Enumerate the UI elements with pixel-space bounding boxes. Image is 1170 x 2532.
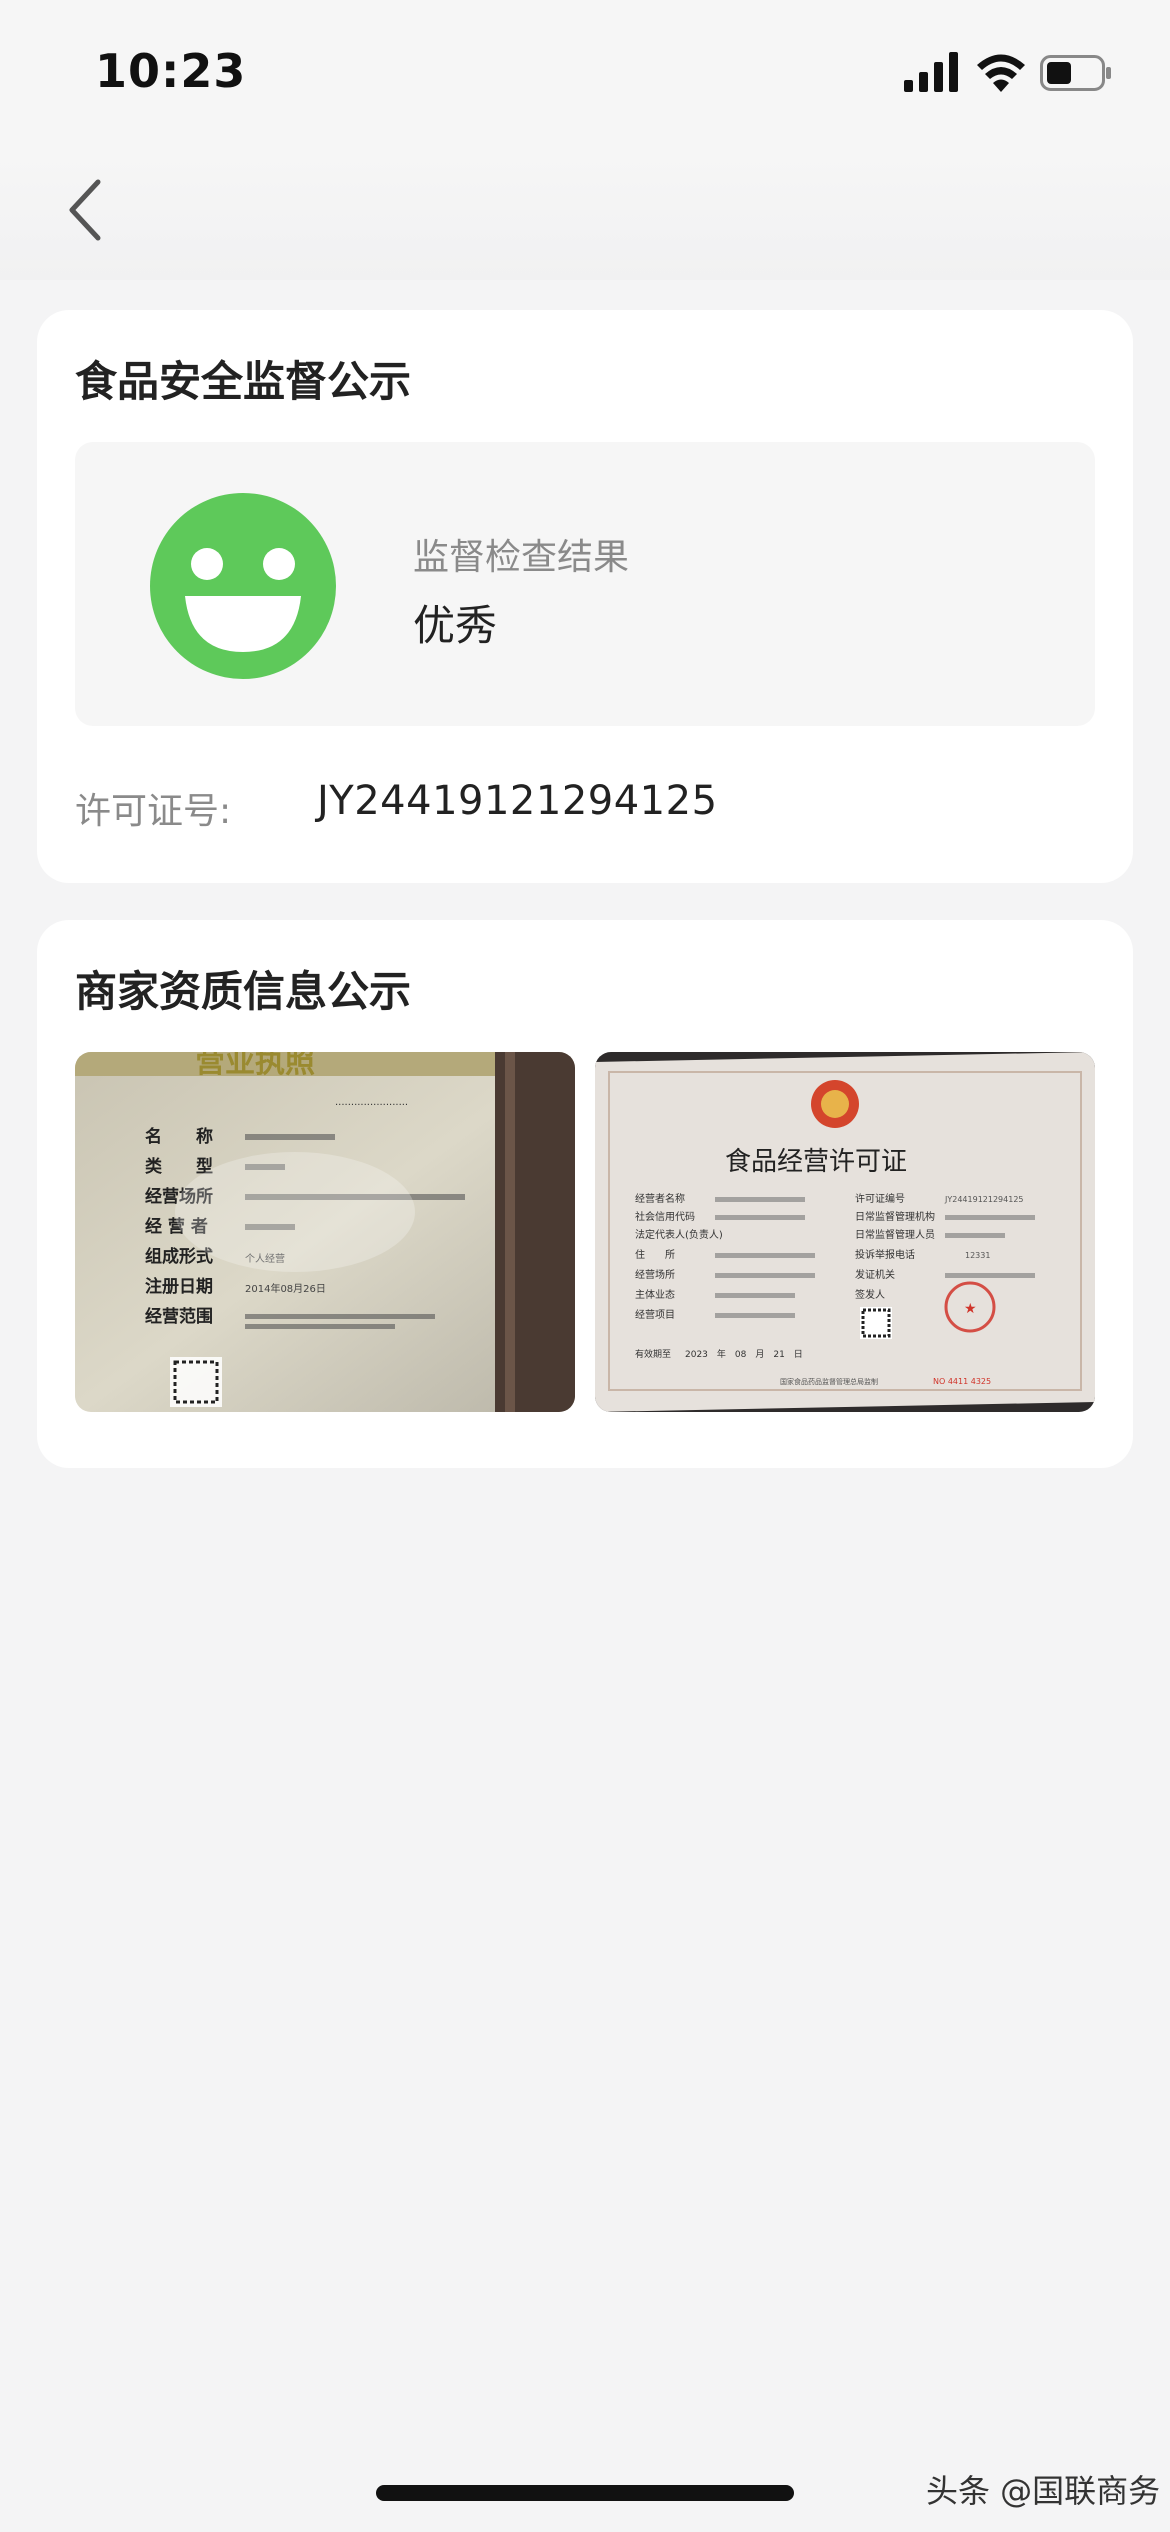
- fl-left-label-2: 法定代表人(负责人): [635, 1228, 723, 1241]
- battery-icon: [1040, 55, 1111, 91]
- bl-label-date: 注册日期: [145, 1276, 213, 1297]
- food-business-license-photo[interactable]: 食品经营许可证 经营者名称 社会信用代码 法定代表人(负责人) 住 所 经营场所…: [595, 1052, 1095, 1412]
- bl-date-value: 2014年08月26日: [245, 1282, 326, 1295]
- bl-label-name: 名 称: [145, 1126, 213, 1147]
- inspection-result-value: 优秀: [413, 601, 498, 650]
- status-bar: 10:23: [0, 0, 1170, 150]
- inspection-result-label: 监督检查结果: [413, 537, 630, 578]
- navigation-bar: [0, 150, 1170, 280]
- fl-left-label-6: 经营项目: [635, 1308, 675, 1321]
- qualification-card-title: 商家资质信息公示: [75, 967, 412, 1016]
- smiley-face-icon: [150, 493, 336, 679]
- business-license-image: 营业执照 ······················· 名 称 类 型 经营场…: [75, 1052, 575, 1412]
- wifi-icon: [977, 54, 1025, 92]
- fl-serial: NO 4411 4325: [933, 1377, 991, 1386]
- food-license-image: 食品经营许可证 经营者名称 社会信用代码 法定代表人(负责人) 住 所 经营场所…: [595, 1052, 1095, 1412]
- svg-text:·······················: ·······················: [335, 1100, 408, 1111]
- fl-right-label-0: 许可证编号: [855, 1192, 905, 1205]
- fl-left-label-3: 住 所: [635, 1248, 675, 1261]
- inspection-result-box: 监督检查结果 优秀: [75, 442, 1095, 726]
- license-number-label: 许可证号:: [75, 791, 232, 832]
- fl-right-label-5: 签发人: [855, 1288, 885, 1301]
- back-arrow-icon[interactable]: [56, 170, 116, 250]
- supervision-card-title: 食品安全监督公示: [75, 357, 412, 406]
- status-time: 10:23: [95, 44, 247, 98]
- watermark: 头条 @国联商务: [926, 2472, 1161, 2510]
- license-number-value: JY24419121294125: [317, 778, 718, 824]
- business-license-photo[interactable]: 营业执照 ······················· 名 称 类 型 经营场…: [75, 1052, 575, 1412]
- fl-left-label-0: 经营者名称: [635, 1192, 685, 1205]
- svg-text:★: ★: [964, 1301, 977, 1317]
- bl-label-scope: 经营范围: [145, 1306, 213, 1327]
- fl-left-label-4: 经营场所: [635, 1268, 675, 1281]
- fl-left-label-1: 社会信用代码: [635, 1210, 695, 1223]
- food-safety-supervision-card: 食品安全监督公示 监督检查结果 优秀 许可证号: JY2441912129412…: [37, 310, 1133, 883]
- home-indicator[interactable]: [376, 2485, 794, 2501]
- fl-right-label-3: 投诉举报电话: [855, 1248, 915, 1261]
- merchant-qualification-card: 商家资质信息公示 营业执照 ······················· 名 …: [37, 920, 1133, 1468]
- food-license-header: 食品经营许可证: [725, 1147, 907, 1177]
- app-screen: 10:23 食品安全监督公示 监督检查结果 优秀 许可证号: JY2441912…: [0, 0, 1170, 2532]
- fl-left-label-5: 主体业态: [635, 1288, 675, 1301]
- fl-valid-label: 有效期至: [635, 1348, 671, 1360]
- fl-right-label-1: 日常监督管理机构: [855, 1210, 935, 1223]
- fl-hotline: 12331: [965, 1251, 990, 1260]
- fl-right-label-2: 日常监督管理人员: [855, 1228, 935, 1241]
- cellular-signal-icon: [904, 52, 958, 92]
- fl-right-label-4: 发证机关: [855, 1268, 895, 1281]
- business-license-header: 营业执照: [195, 1052, 315, 1080]
- fl-footer: 国家食品药品监督管理总局监制: [780, 1377, 878, 1386]
- fl-valid-date: 2023 年 08 月 21 日: [685, 1348, 803, 1360]
- fl-license-number: JY24419121294125: [944, 1195, 1024, 1204]
